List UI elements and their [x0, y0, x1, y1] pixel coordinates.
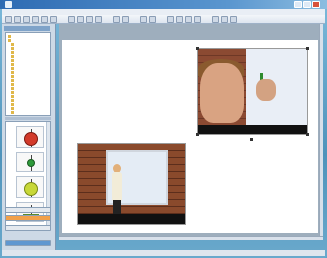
redo-icon[interactable]	[95, 16, 102, 23]
vertical-scrollbar[interactable]	[319, 24, 323, 236]
resize-handle[interactable]	[196, 47, 199, 50]
canvas-image-presenter[interactable]	[77, 143, 186, 225]
toolbar-icon-extra-3[interactable]	[194, 16, 201, 23]
eraser-icon[interactable]	[32, 16, 39, 23]
gallery-item-red-light[interactable]	[16, 126, 44, 148]
image-caption-bar	[198, 125, 307, 134]
yellow-light-icon	[24, 182, 38, 196]
app-window	[0, 0, 327, 258]
shape-tool-icon[interactable]	[50, 16, 57, 23]
panel-button-1[interactable]	[5, 207, 51, 213]
tree-item[interactable]	[11, 110, 15, 114]
toolbar-icon-extra-5[interactable]	[221, 16, 228, 23]
pen-tool-icon[interactable]	[14, 16, 21, 23]
panel-splitter[interactable]	[5, 117, 51, 120]
folder-icon	[11, 110, 14, 114]
gallery-item-green-light[interactable]	[16, 152, 44, 172]
select-tool-icon[interactable]	[5, 16, 12, 23]
gallery-item-yellow-light[interactable]	[16, 176, 44, 198]
text-tool-icon[interactable]	[68, 16, 75, 23]
highlighter-icon[interactable]	[23, 16, 30, 23]
screen-shade-icon[interactable]	[140, 16, 147, 23]
title-bar[interactable]	[0, 0, 327, 9]
undo-icon[interactable]	[86, 16, 93, 23]
close-button[interactable]	[312, 1, 320, 8]
presenter-body	[112, 172, 122, 202]
resize-handle[interactable]	[196, 133, 199, 136]
maximize-button[interactable]	[303, 1, 311, 8]
delete-icon[interactable]	[113, 16, 120, 23]
status-bar	[2, 250, 325, 256]
toolbar-icon-extra-6[interactable]	[230, 16, 237, 23]
line-tool-icon[interactable]	[41, 16, 48, 23]
image-caption-bar	[78, 214, 185, 224]
capture-icon[interactable]	[149, 16, 156, 23]
toolbar-icon-extra-4[interactable]	[212, 16, 219, 23]
rotate-handle[interactable]	[250, 138, 253, 141]
side-panel	[2, 24, 56, 250]
minimize-button[interactable]	[294, 1, 302, 8]
app-icon	[5, 1, 12, 8]
zoom-icon[interactable]	[122, 16, 129, 23]
panel-button-4[interactable]	[5, 240, 51, 246]
panel-button-3[interactable]	[5, 225, 51, 231]
toolbar-icon-extra-2[interactable]	[185, 16, 192, 23]
horizontal-scrollbar[interactable]	[59, 236, 323, 240]
panel-button-2[interactable]	[5, 215, 51, 221]
toolbar-icon-extra-1[interactable]	[176, 16, 183, 23]
presenter-legs	[113, 200, 121, 214]
resize-handle[interactable]	[306, 47, 309, 50]
resize-handle[interactable]	[306, 133, 309, 136]
red-light-icon	[24, 132, 38, 146]
green-light-icon	[27, 159, 35, 167]
person-face	[200, 63, 244, 123]
person-hand	[256, 79, 276, 101]
canvas-image-closeup[interactable]	[197, 48, 308, 135]
properties-icon[interactable]	[167, 16, 174, 23]
toolbar	[2, 15, 325, 24]
side-panel-header	[4, 26, 50, 31]
gallery-tree	[5, 32, 51, 116]
fill-icon[interactable]	[77, 16, 84, 23]
